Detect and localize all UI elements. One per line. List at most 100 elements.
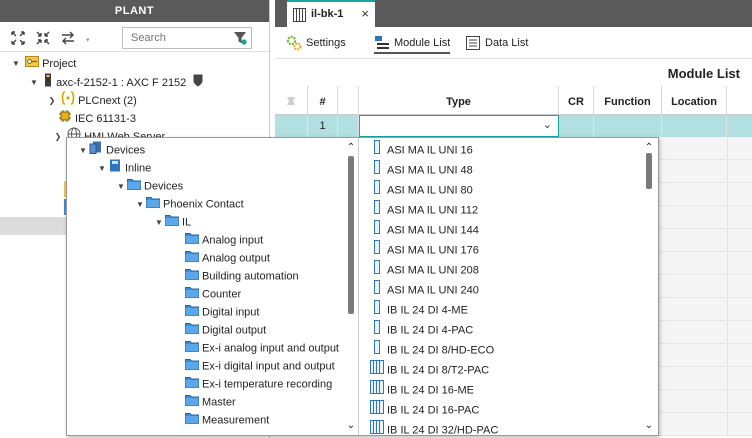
catalog-tree-item[interactable]: Building automation	[172, 267, 299, 285]
scroll-up-icon[interactable]: ⌃	[345, 142, 357, 154]
tab-data-list[interactable]: Data List	[465, 32, 528, 54]
module-catalog-label: ASI MA IL UNI 176	[387, 244, 479, 257]
module-catalog-item[interactable]: ASI MA IL UNI 144	[370, 220, 479, 240]
tab-il-bk-1[interactable]: il-bk-1 ×	[287, 0, 375, 27]
column-header-type[interactable]: Type	[359, 86, 559, 115]
column-header-number[interactable]: #	[308, 86, 338, 115]
catalog-tree-label: Ex-i temperature recording	[202, 378, 333, 391]
module-catalog-item[interactable]: IB IL 24 DI 16-PAC	[370, 400, 479, 420]
module-catalog-item[interactable]: ASI MA IL UNI 176	[370, 240, 479, 260]
catalog-tree-item[interactable]: Digital output	[172, 321, 266, 339]
tree-item-plcnext[interactable]: ❯ PLCnext (2)	[46, 91, 137, 109]
devices-icon	[89, 141, 103, 160]
document-tabstrip: il-bk-1 ×	[275, 0, 752, 27]
folder-icon	[185, 339, 199, 358]
module-catalog-item[interactable]: ASI MA IL UNI 16	[370, 140, 473, 160]
module-catalog-item[interactable]: ASI MA IL UNI 48	[370, 160, 473, 180]
folder-icon	[185, 267, 199, 286]
module-catalog-item[interactable]: ASI MA IL UNI 80	[370, 180, 473, 200]
toolbar-dropdown-icon[interactable]: ▾	[86, 36, 90, 44]
controller-icon	[43, 73, 53, 93]
expanded-arrow-icon[interactable]: ▼	[96, 160, 108, 178]
plant-toolbar: ▾	[0, 22, 269, 52]
catalog-tree-item[interactable]: Counter	[172, 285, 241, 303]
catalog-tree-item[interactable]: Analog input	[172, 231, 263, 249]
module-catalog-label: ASI MA IL UNI 144	[387, 224, 479, 237]
catalog-tree-item[interactable]: ▼ IL	[153, 213, 191, 231]
module-catalog-label: IB IL 24 DI 4-PAC	[387, 324, 474, 337]
collapsed-arrow-icon[interactable]: ❯	[52, 128, 64, 146]
settings-gear-icon	[286, 35, 302, 51]
expanded-arrow-icon[interactable]: ▼	[115, 178, 127, 196]
catalog-tree-label: Building automation	[202, 270, 299, 283]
module-catalog-item[interactable]: IB IL 24 DI 4-PAC	[370, 320, 473, 340]
catalog-tree-item[interactable]: Ex-i digital input and output	[172, 357, 335, 375]
tree-item-controller[interactable]: ▼ axc-f-2152-1 : AXC F 2152	[28, 73, 206, 91]
catalog-tree-item[interactable]: ▼ Devices	[115, 177, 183, 195]
close-icon[interactable]: ×	[361, 2, 369, 26]
catalog-tree-item[interactable]: Measurement	[172, 411, 269, 429]
module-catalog-label: IB IL 24 DI 16-PAC	[387, 404, 480, 417]
catalog-tree-label: Ex-i digital input and output	[202, 360, 335, 373]
expand-all-icon[interactable]	[10, 30, 26, 46]
expanded-arrow-icon[interactable]: ▼	[77, 142, 89, 160]
expanded-arrow-icon[interactable]: ▼	[134, 196, 146, 214]
single-module-icon	[374, 280, 380, 301]
module-catalog-item[interactable]: IB IL 24 DI 4-ME	[370, 300, 468, 320]
catalog-tree-item[interactable]: Ex-i analog input and output	[172, 339, 339, 357]
catalog-tree-label: Analog output	[202, 252, 270, 265]
catalog-tree-item[interactable]: ▼ Phoenix Contact	[134, 195, 244, 213]
catalog-tree-item[interactable]: Master	[172, 393, 236, 411]
module-catalog-item[interactable]: ASI MA IL UNI 208	[370, 260, 479, 280]
expanded-arrow-icon[interactable]: ▼	[10, 55, 22, 73]
module-list-icon	[374, 35, 390, 51]
scroll-down-icon[interactable]: ⌄	[345, 420, 357, 432]
swap-arrows-icon[interactable]	[60, 30, 76, 46]
plant-search-box[interactable]	[122, 27, 252, 49]
column-header-location[interactable]: Location	[662, 86, 727, 115]
module-catalog-item[interactable]: ASI MA IL UNI 240	[370, 280, 479, 300]
tree-item-project[interactable]: ▼ Project	[10, 55, 76, 73]
type-dropdown[interactable]: ⌄	[359, 115, 559, 137]
module-catalog-item[interactable]: ASI MA IL UNI 112	[370, 200, 478, 220]
catalog-tree-label: Digital input	[202, 306, 260, 319]
catalog-tree-label: Devices	[106, 144, 146, 157]
module-catalog-item[interactable]: IB IL 24 DI 32/HD-PAC	[370, 420, 498, 435]
module-catalog-label: ASI MA IL UNI 16	[387, 144, 473, 157]
single-module-icon	[374, 260, 380, 281]
table-row[interactable]: 1 ⌄	[275, 115, 752, 137]
tab-settings[interactable]: Settings	[286, 32, 346, 54]
catalog-tree-label: Master	[202, 396, 236, 409]
expanded-arrow-icon[interactable]: ▼	[153, 214, 165, 232]
chevron-down-icon[interactable]: ⌄	[543, 118, 552, 131]
module-catalog-label: ASI MA IL UNI 208	[387, 264, 479, 277]
module-catalog-item[interactable]: IB IL 24 DI 8/HD-ECO	[370, 340, 494, 360]
tree-item-iec[interactable]: IEC 61131-3	[58, 109, 136, 127]
pin-icon[interactable]	[284, 96, 298, 108]
catalog-tree-item[interactable]: Analog output	[172, 249, 270, 267]
plant-search-input[interactable]	[123, 28, 231, 48]
column-header-function[interactable]: Function	[594, 86, 662, 115]
collapse-all-icon[interactable]	[35, 30, 51, 46]
collapsed-arrow-icon[interactable]: ❯	[46, 92, 58, 110]
tab-module-list[interactable]: Module List	[374, 32, 451, 54]
scrollbar-thumb[interactable]	[348, 156, 354, 314]
single-module-icon	[374, 300, 380, 321]
module-catalog-item[interactable]: IB IL 24 DI 16-ME	[370, 380, 474, 400]
module-list-scrollbar[interactable]: ⌃ ⌄	[643, 138, 655, 435]
tab-label: Data List	[485, 37, 529, 49]
catalog-tree-item[interactable]: ▼ Devices	[77, 141, 145, 159]
catalog-tree-item[interactable]: ▼ Inline	[96, 159, 151, 177]
scrollbar-thumb[interactable]	[646, 153, 652, 189]
filter-icon[interactable]	[233, 31, 247, 45]
catalog-tree-scrollbar[interactable]: ⌃ ⌄	[345, 138, 357, 435]
module-catalog-item[interactable]: IB IL 24 DI 8/T2-PAC	[370, 360, 489, 380]
folder-icon	[127, 177, 141, 196]
catalog-tree-item[interactable]: Digital input	[172, 303, 259, 321]
scroll-down-icon[interactable]: ⌄	[643, 420, 655, 432]
folder-icon	[185, 303, 199, 322]
shield-icon	[193, 74, 203, 93]
catalog-tree-item[interactable]: Ex-i temperature recording	[172, 375, 332, 393]
column-header-cr[interactable]: CR	[559, 86, 594, 115]
expanded-arrow-icon[interactable]: ▼	[28, 74, 40, 92]
